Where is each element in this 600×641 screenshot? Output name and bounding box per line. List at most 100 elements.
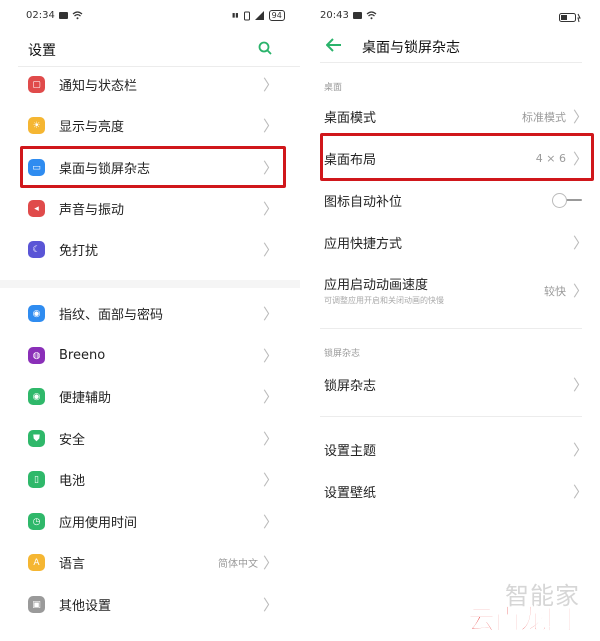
- breeno-icon: ◍: [28, 347, 45, 364]
- status-bar-right: 20:43: [320, 10, 377, 21]
- page-title: 设置: [28, 43, 56, 59]
- chevron-right-icon: 〉: [262, 305, 278, 323]
- chevron-right-icon: 〉: [572, 150, 588, 168]
- chevron-right-icon: 〉: [262, 347, 278, 365]
- battery-icon: ▯: [28, 471, 45, 488]
- header-divider-right: [320, 62, 582, 63]
- chevron-right-icon: 〉: [262, 159, 278, 177]
- anim-speed-label: 应用启动动画速度: [324, 278, 429, 293]
- settings-item[interactable]: ▣ 其他设置 〉: [0, 584, 300, 625]
- anim-speed-row[interactable]: 应用启动动画速度 可调整应用开启和关闭动画的快慢 较快 〉: [308, 266, 600, 312]
- signal-icon: [254, 11, 264, 20]
- shield-icon: ⛊: [28, 430, 45, 447]
- anim-speed-value: 较快: [544, 285, 566, 298]
- vibrate-icon: [243, 11, 250, 20]
- app-time-icon: ◷: [28, 513, 45, 530]
- chevron-right-icon: 〉: [262, 430, 278, 448]
- chevron-right-icon: 〉: [572, 441, 588, 459]
- wallpaper-icon: ▭: [28, 159, 45, 176]
- settings-screen: 02:34 ▮▮ 94 设置 ▢ 通知与状态栏〉 ☀ 显示与亮度〉 ▭ 桌面与锁屏杂志〉 ◂…: [0, 0, 300, 641]
- settings-item-label: 电池: [59, 474, 86, 489]
- notification-status-icon-right: [352, 12, 362, 19]
- set-wallpaper-row[interactable]: 设置壁纸 〉: [308, 471, 600, 512]
- battery-level: 94: [268, 10, 285, 21]
- settings-item[interactable]: ▭ 桌面与锁屏杂志 〉: [0, 147, 300, 188]
- lock-magazine-label: 锁屏杂志: [324, 379, 377, 394]
- other-settings-icon: ▣: [28, 596, 45, 613]
- status-right: ▮▮ 94: [232, 10, 285, 21]
- group-separator: [0, 280, 300, 288]
- chevron-right-icon: 〉: [572, 376, 588, 394]
- desktop-lockscreen-screen: 20:43 桌面与锁屏杂志 桌面 桌面模式 标准模式 〉 桌面布局 4 × 6 …: [308, 0, 600, 641]
- status-time-right: 20:43: [320, 10, 349, 21]
- settings-item[interactable]: ◉ 指纹、面部与密码 〉: [0, 293, 300, 334]
- icon-auto-fill-label: 图标自动补位: [324, 195, 403, 210]
- lock-magazine-row[interactable]: 锁屏杂志 〉: [308, 364, 600, 405]
- desktop-mode-row[interactable]: 桌面模式 标准模式 〉: [308, 96, 600, 137]
- notification-icon: ▢: [28, 76, 45, 93]
- settings-item[interactable]: ◉ 便捷辅助 〉: [0, 376, 300, 417]
- desktop-mode-value: 标准模式: [522, 110, 566, 124]
- chevron-right-icon: 〉: [572, 108, 588, 126]
- desktop-layout-row[interactable]: 桌面布局 4 × 6 〉: [308, 138, 600, 179]
- watermark-logo: 云南龙网: [468, 605, 574, 637]
- anim-speed-subtitle: 可调整应用开启和关闭动画的快慢: [324, 296, 444, 305]
- language-icon: A: [28, 554, 45, 571]
- icon-auto-fill-toggle[interactable]: [552, 193, 582, 208]
- settings-item-label: 通知与状态栏: [59, 79, 138, 94]
- app-shortcuts-row[interactable]: 应用快捷方式 〉: [308, 222, 600, 263]
- section-lockscreen: 锁屏杂志: [324, 349, 361, 359]
- settings-item[interactable]: ◷ 应用使用时间 〉: [0, 501, 300, 542]
- desktop-layout-label: 桌面布局: [324, 153, 377, 168]
- section-divider-2: [320, 416, 582, 417]
- chevron-right-icon: 〉: [262, 76, 278, 94]
- chevron-right-icon: 〉: [262, 596, 278, 614]
- chevron-right-icon: 〉: [262, 388, 278, 406]
- section-divider: [320, 328, 582, 329]
- notification-status-icon: [58, 12, 68, 19]
- settings-item-label: 其他设置: [59, 599, 112, 614]
- wifi-icon-right: [366, 11, 377, 20]
- desktop-mode-label: 桌面模式: [324, 111, 377, 126]
- chevron-right-icon: 〉: [262, 241, 278, 259]
- settings-item-label: 便捷辅助: [59, 391, 112, 406]
- settings-item[interactable]: ◍ Breeno 〉: [0, 335, 300, 376]
- settings-item-label: 桌面与锁屏杂志: [59, 162, 151, 177]
- settings-item[interactable]: ☾ 免打扰 〉: [0, 229, 300, 270]
- fingerprint-icon: ◉: [28, 305, 45, 322]
- settings-item[interactable]: ▢ 通知与状态栏 〉: [0, 64, 300, 105]
- status-time: 02:34: [26, 10, 55, 21]
- settings-item-label: 显示与亮度: [59, 120, 125, 135]
- settings-item-label: 应用使用时间: [59, 516, 138, 531]
- chevron-right-icon: 〉: [572, 234, 588, 252]
- chevron-right-icon: 〉: [572, 483, 588, 501]
- settings-item[interactable]: A 语言 简体中文〉: [0, 542, 300, 583]
- settings-item[interactable]: ▯ 电池 〉: [0, 459, 300, 500]
- settings-item[interactable]: ⛊ 安全 〉: [0, 418, 300, 459]
- chevron-right-icon: 〉: [262, 117, 278, 135]
- back-arrow-icon[interactable]: [326, 38, 342, 52]
- desktop-layout-value: 4 × 6: [535, 152, 566, 165]
- moon-icon: ☾: [28, 241, 45, 258]
- wifi-icon: [72, 11, 83, 20]
- status-bar: 02:34: [26, 10, 83, 21]
- set-theme-row[interactable]: 设置主题 〉: [308, 429, 600, 470]
- chevron-right-icon: 〉: [262, 513, 278, 531]
- settings-item[interactable]: ◂ 声音与振动 〉: [0, 188, 300, 229]
- app-shortcuts-label: 应用快捷方式: [324, 237, 403, 252]
- settings-item-label: 指纹、面部与密码: [59, 308, 164, 323]
- sound-icon: ◂: [28, 200, 45, 217]
- set-wallpaper-label: 设置壁纸: [324, 486, 377, 501]
- brightness-icon: ☀: [28, 117, 45, 134]
- chevron-right-icon: 〉: [572, 282, 588, 300]
- section-desktop: 桌面: [324, 83, 343, 93]
- settings-item[interactable]: ☀ 显示与亮度 〉: [0, 105, 300, 146]
- set-theme-label: 设置主题: [324, 444, 377, 459]
- search-icon[interactable]: [258, 41, 272, 55]
- icon-auto-fill-row: 图标自动补位: [308, 180, 600, 221]
- settings-item-label: 免打扰: [59, 244, 99, 259]
- battery-icon-right: [559, 13, 581, 23]
- settings-item-label: Breeno: [59, 348, 106, 363]
- chevron-right-icon: 〉: [262, 200, 278, 218]
- settings-item-label: 安全: [59, 433, 86, 448]
